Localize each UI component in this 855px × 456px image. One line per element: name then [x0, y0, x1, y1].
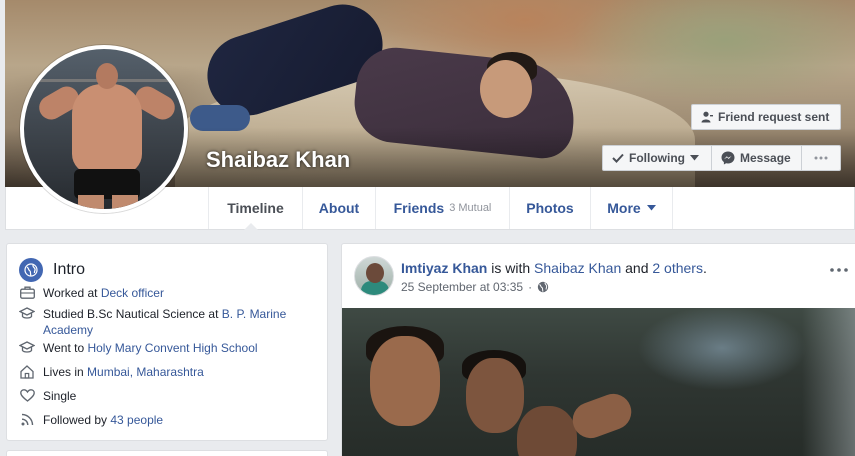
timeline-post: Imtiyaz Khan is with Shaibaz Khan and 2 … — [341, 243, 855, 456]
intro-study-prefix: Studied B.Sc Nautical Science at — [43, 307, 222, 321]
photo-person-3-face — [517, 406, 577, 456]
more-dots-icon — [814, 156, 828, 160]
following-label: Following — [629, 151, 685, 165]
tab-more[interactable]: More — [590, 187, 673, 229]
work-place-link[interactable]: Deck officer — [101, 286, 164, 300]
profile-pic-leg-left — [78, 195, 104, 209]
post-options-icon[interactable] — [830, 256, 848, 277]
mutual-friends-count: 3 Mutual — [449, 202, 492, 214]
checkmark-icon — [612, 153, 624, 163]
home-icon — [19, 364, 35, 380]
active-tab-indicator — [244, 223, 258, 230]
intro-followed-prefix: Followed by — [43, 413, 111, 427]
caret-down-icon — [646, 205, 656, 211]
tagged-others-link[interactable]: 2 others — [652, 260, 703, 276]
tab-about-label: About — [318, 200, 360, 216]
globe-icon — [19, 258, 43, 282]
profile-pic-torso — [72, 84, 142, 174]
tab-friends-label: Friends — [393, 200, 445, 216]
avatar-shirt — [361, 281, 389, 295]
globe-privacy-icon[interactable] — [537, 281, 549, 293]
post-period: . — [702, 260, 707, 276]
graduation-cap-icon — [19, 340, 35, 356]
tab-photos-label: Photos — [526, 200, 574, 216]
intro-heading: Intro — [19, 258, 85, 282]
photo-person-1-face — [370, 336, 440, 426]
followers-link[interactable]: 43 people — [110, 413, 163, 427]
intro-work-prefix: Worked at — [43, 286, 101, 300]
intro-lives: Lives in Mumbai, Maharashtra — [19, 364, 319, 380]
graduation-cap-icon — [19, 306, 35, 338]
friend-request-sent-button[interactable]: Friend request sent — [691, 104, 841, 130]
post-author-link[interactable]: Imtiyaz Khan — [401, 260, 487, 276]
post-meta-separator: · — [528, 280, 533, 294]
message-label: Message — [740, 151, 791, 165]
cover-person-head — [480, 60, 532, 118]
post-timestamp[interactable]: 25 September at 03:35 — [401, 280, 523, 294]
intro-lives-prefix: Lives in — [43, 365, 88, 379]
intro-school-prefix: Went to — [43, 341, 88, 355]
tab-about[interactable]: About — [302, 187, 375, 229]
more-options-button[interactable] — [801, 145, 841, 171]
rss-icon — [19, 412, 35, 428]
avatar-face — [366, 263, 384, 283]
school-link[interactable]: Holy Mary Convent High School — [87, 341, 257, 355]
post-header: Imtiyaz Khan is with Shaibaz Khan and 2 … — [401, 260, 707, 276]
intro-study: Studied B.Sc Nautical Science at B. P. M… — [19, 306, 319, 338]
profile-picture[interactable] — [20, 45, 188, 213]
profile-pic-head — [96, 63, 118, 89]
tab-more-label: More — [607, 200, 641, 216]
caret-down-icon — [690, 155, 699, 161]
intro-title: Intro — [53, 261, 86, 278]
messenger-icon — [721, 151, 735, 165]
intro-relationship: Single — [19, 388, 319, 404]
photo-person-2-face — [466, 358, 524, 433]
post-with-text: is with — [487, 260, 535, 276]
briefcase-icon — [19, 285, 35, 301]
intro-card: Intro Worked at Deck officer Studied B.S… — [6, 243, 328, 441]
following-button[interactable]: Following — [602, 145, 712, 171]
post-photo[interactable] — [342, 308, 855, 456]
message-button[interactable]: Message — [711, 145, 802, 171]
intro-work: Worked at Deck officer — [19, 285, 319, 301]
tagged-person-link[interactable]: Shaibaz Khan — [534, 260, 621, 276]
photo-light — [802, 308, 855, 456]
lives-place-link[interactable]: Mumbai, Maharashtra — [87, 365, 204, 379]
intro-school: Went to Holy Mary Convent High School — [19, 340, 319, 356]
tab-friends[interactable]: Friends 3 Mutual — [375, 187, 509, 229]
tab-timeline-label: Timeline — [227, 200, 284, 216]
person-check-icon — [701, 111, 713, 123]
friend-request-label: Friend request sent — [718, 110, 830, 124]
post-author-avatar[interactable] — [354, 256, 394, 296]
post-meta: 25 September at 03:35 · — [401, 280, 549, 294]
intro-followers: Followed by 43 people — [19, 412, 319, 428]
next-card — [6, 450, 328, 456]
heart-icon — [19, 388, 35, 404]
profile-name[interactable]: Shaibaz Khan — [206, 147, 350, 173]
relationship-status: Single — [43, 389, 77, 403]
photo-hand — [567, 388, 637, 444]
post-and-text: and — [621, 260, 653, 276]
tab-photos[interactable]: Photos — [509, 187, 590, 229]
